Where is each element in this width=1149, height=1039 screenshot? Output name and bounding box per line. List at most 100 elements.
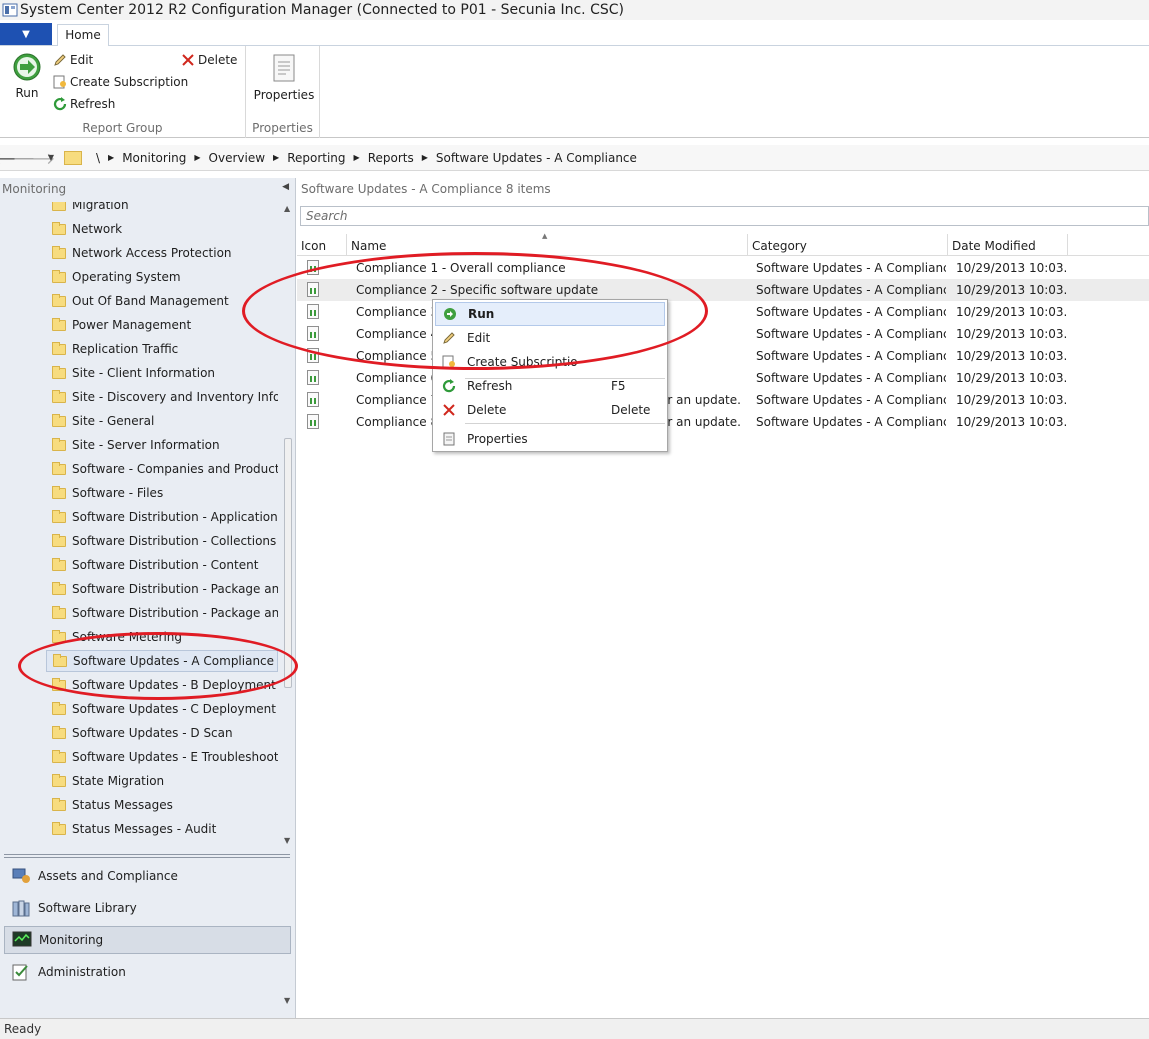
run-button[interactable]: Run xyxy=(8,52,46,100)
tree-item[interactable]: Software Distribution - Content xyxy=(46,554,278,576)
tree-item[interactable]: Software Distribution - Package and Pr xyxy=(46,602,278,624)
collapse-pane-icon[interactable]: ◀ xyxy=(282,182,289,192)
edit-button[interactable]: Edit xyxy=(52,52,93,68)
table-row[interactable]: Compliance 2 - Specific software update S… xyxy=(297,279,1149,301)
title-bar: System Center 2012 R2 Configuration Mana… xyxy=(0,0,1149,20)
tree-item[interactable]: Software Updates - C Deployment Stat xyxy=(46,698,278,720)
tree-item[interactable]: Site - Discovery and Inventory Informat xyxy=(46,386,278,408)
breadcrumb-current[interactable]: Software Updates - A Compliance xyxy=(428,151,645,165)
workspace-label: Monitoring xyxy=(39,933,104,947)
table-row[interactable]: Compliance 6 Software Updates - A Complia… xyxy=(297,367,1149,389)
refresh-icon xyxy=(437,376,461,396)
forward-arrow-icon[interactable]: 🡒 xyxy=(13,148,56,168)
column-date-modified[interactable]: Date Modified xyxy=(948,234,1068,256)
tree-item[interactable]: Software Updates - E Troubleshooting xyxy=(46,746,278,768)
scrollbar-thumb[interactable] xyxy=(284,438,292,688)
folder-icon xyxy=(52,701,66,715)
workspace-overflow-icon[interactable]: ▼ xyxy=(284,996,290,1005)
ribbon-group-report: Run Edit Create Subscription Refresh Del… xyxy=(0,46,246,138)
application-menu-button[interactable]: ▼ xyxy=(0,23,52,45)
properties-label: Properties xyxy=(253,88,315,102)
tree-item[interactable]: Software Distribution - Collections xyxy=(46,530,278,552)
history-dropdown-icon[interactable]: ▼ xyxy=(44,148,58,168)
report-icon xyxy=(307,370,319,385)
tree-item[interactable]: Software - Files xyxy=(46,482,278,504)
tree-item[interactable]: State Migration xyxy=(46,770,278,792)
breadcrumb-overview[interactable]: Overview xyxy=(201,151,274,165)
splitter[interactable] xyxy=(4,854,290,858)
context-menu-create-subscription[interactable]: Create Subscriptio xyxy=(435,350,665,374)
workspace-administration[interactable]: Administration xyxy=(4,958,291,986)
tree-item[interactable]: Software Updates - B Deployment Mar xyxy=(46,674,278,696)
breadcrumb-reports[interactable]: Reports xyxy=(360,151,422,165)
workspace-monitoring[interactable]: Monitoring xyxy=(4,926,291,954)
menu-separator xyxy=(465,423,665,424)
tree-item[interactable]: Software Distribution - Package and Pr xyxy=(46,578,278,600)
context-menu-run[interactable]: Run xyxy=(435,302,665,326)
table-row[interactable]: Compliance 7 or an update... Software Upda… xyxy=(297,389,1149,411)
tree-item[interactable]: Site - Client Information xyxy=(46,362,278,384)
subscription-icon xyxy=(437,352,461,372)
column-name[interactable]: Name xyxy=(347,234,748,256)
tree-item[interactable]: Migration xyxy=(46,202,278,216)
breadcrumb-monitoring[interactable]: Monitoring xyxy=(114,151,194,165)
column-icon[interactable]: Icon xyxy=(297,234,347,256)
tree-item[interactable]: Status Messages xyxy=(46,794,278,816)
tree-item-label: Software Distribution - Package and Pr xyxy=(72,606,278,620)
table-row[interactable]: Compliance 1 - Overall compliance Softwar… xyxy=(297,257,1149,279)
administration-icon xyxy=(10,962,32,982)
folder-icon xyxy=(52,557,66,571)
tree-item[interactable]: Status Messages - Audit xyxy=(46,818,278,840)
tree-item[interactable]: Software Metering xyxy=(46,626,278,648)
tree-item-label: Operating System xyxy=(72,270,181,284)
folder-icon xyxy=(64,150,82,165)
tree-item[interactable]: Replication Traffic xyxy=(46,338,278,360)
cell-date-modified: 10/29/2013 10:03... xyxy=(956,261,1066,275)
search-input[interactable]: Search xyxy=(300,206,1149,226)
workspace-software-library[interactable]: Software Library xyxy=(4,894,291,922)
delete-button[interactable]: Delete xyxy=(180,52,237,68)
properties-icon xyxy=(437,429,461,449)
folder-icon xyxy=(52,797,66,811)
context-menu-label: Run xyxy=(468,307,495,321)
table-row[interactable]: Compliance 8 or an update... Software Upda… xyxy=(297,411,1149,433)
properties-icon xyxy=(273,54,295,82)
tree-item-label: Status Messages - Audit xyxy=(72,822,217,836)
report-icon xyxy=(307,392,319,407)
tree-item[interactable]: Network Access Protection xyxy=(46,242,278,264)
context-menu-refresh[interactable]: Refresh F5 xyxy=(435,374,665,398)
cell-name-tail xyxy=(660,301,740,323)
workspace-assets-and-compliance[interactable]: Assets and Compliance xyxy=(4,862,291,890)
tree-item[interactable]: Software - Companies and Products xyxy=(46,458,278,480)
context-menu-delete[interactable]: Delete Delete xyxy=(435,398,665,422)
tree-item[interactable]: Site - General xyxy=(46,410,278,432)
table-row[interactable]: Compliance 4 Software Updates - A Complia… xyxy=(297,323,1149,345)
tree-scrollbar[interactable]: ▲ ▼ xyxy=(282,202,294,848)
window-title: System Center 2012 R2 Configuration Mana… xyxy=(20,2,624,18)
column-category[interactable]: Category xyxy=(748,234,948,256)
tree-item[interactable]: Site - Server Information xyxy=(46,434,278,456)
breadcrumb-reporting[interactable]: Reporting xyxy=(279,151,353,165)
properties-button[interactable]: Properties xyxy=(253,54,315,102)
table-row[interactable]: Compliance 5 Software Updates - A Complia… xyxy=(297,345,1149,367)
tree-item[interactable]: Software Distribution - Application Mo xyxy=(46,506,278,528)
tree-item-label: Site - Client Information xyxy=(72,366,216,380)
tree-item[interactable]: Software Updates - A Compliance xyxy=(46,650,278,672)
context-menu-properties[interactable]: Properties xyxy=(435,427,665,451)
scroll-up-icon[interactable]: ▲ xyxy=(284,204,290,213)
tree-item[interactable]: Operating System xyxy=(46,266,278,288)
create-subscription-button[interactable]: Create Subscription xyxy=(52,74,188,90)
tree-item[interactable]: Power Management xyxy=(46,314,278,336)
tree-item-label: Software Updates - C Deployment Stat xyxy=(72,702,278,716)
tree-item[interactable]: Out Of Band Management xyxy=(46,290,278,312)
tab-home[interactable]: Home xyxy=(57,24,109,47)
folder-icon xyxy=(52,821,66,835)
shortcut-label: F5 xyxy=(611,379,626,393)
table-row[interactable]: Compliance 3 Software Updates - A Complia… xyxy=(297,301,1149,323)
refresh-button[interactable]: Refresh xyxy=(52,96,115,112)
context-menu-edit[interactable]: Edit xyxy=(435,326,665,350)
tree-item[interactable]: Software Updates - D Scan xyxy=(46,722,278,744)
breadcrumb-root[interactable]: \ xyxy=(88,151,108,165)
tree-item[interactable]: Network xyxy=(46,218,278,240)
scroll-down-icon[interactable]: ▼ xyxy=(284,836,290,845)
